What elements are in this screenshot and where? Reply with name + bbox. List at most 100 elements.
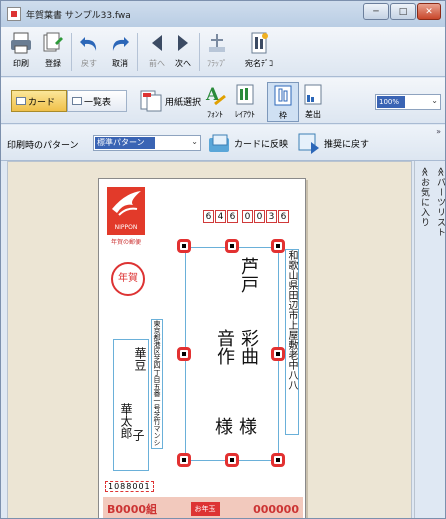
frame-icon [271, 83, 295, 107]
minimize-button[interactable]: ─ [363, 3, 389, 20]
nenga-mark: 年賀 [111, 262, 145, 296]
toolbar-separator [137, 33, 138, 71]
resize-handle[interactable] [177, 239, 191, 253]
overflow-chevron-icon[interactable]: » [436, 127, 441, 136]
postage-stamp: NIPPON [107, 187, 145, 235]
flap-label: ﾌﾗｯﾌﾟ [207, 59, 227, 68]
toolbar-separator [71, 33, 72, 71]
reset-default-button[interactable]: 推奨に戻す [297, 132, 369, 154]
recipient-given-name-2: 音作 [214, 329, 235, 365]
reset-default-label: 推奨に戻す [324, 139, 370, 150]
pattern-value: 標準パターン [95, 137, 155, 149]
postal-digit: 0 [242, 210, 253, 223]
redo-icon [108, 31, 132, 55]
parts-list-tab[interactable]: ≪パーツリスト [432, 167, 445, 237]
pattern-label: 印刷時のパターン [7, 141, 79, 151]
frame-label: 枠 [279, 111, 287, 120]
frame-toggle[interactable]: 枠 [267, 82, 299, 122]
font-icon: A [203, 82, 227, 106]
prev-label: 前へ [149, 59, 165, 68]
title-bar: 年賀葉書 サンプル33.fwa ─ □ ✕ [1, 1, 445, 27]
pattern-select[interactable]: 標準パターン ⌄ [93, 135, 201, 151]
recipient-address[interactable]: 和歌山県田辺市上屋敷老中八八 [285, 249, 299, 435]
crane-icon [112, 191, 141, 216]
card-view-toggle[interactable]: カード [11, 90, 67, 112]
postal-digit: 6 [227, 210, 238, 223]
resize-handle[interactable] [225, 239, 239, 253]
postal-digit: 0 [254, 210, 265, 223]
register-button[interactable]: 登録 [41, 31, 65, 69]
flap-icon [205, 31, 229, 55]
resize-handle[interactable] [271, 453, 285, 467]
close-button[interactable]: ✕ [417, 3, 441, 20]
card-icon [16, 97, 26, 105]
favorites-tab[interactable]: ≪お気に入り [416, 167, 431, 227]
list-icon [72, 97, 82, 105]
arrow-right-icon [171, 31, 195, 55]
minimize-icon: ─ [373, 6, 379, 17]
cancel-button[interactable]: 取消 [108, 31, 132, 69]
postcard[interactable]: NIPPON 年賀の郵便 年賀 6 4 6 0 0 3 6 和歌山県田辺市上屋敷… [98, 178, 306, 518]
recipient-surname: 芦戸 [238, 257, 259, 293]
postal-code: 6 4 6 0 0 3 6 [203, 210, 290, 223]
flap-button[interactable]: ﾌﾗｯﾌﾟ [205, 31, 229, 69]
postal-digit: 4 [215, 210, 226, 223]
reset-default-icon [298, 133, 319, 154]
sender-label: 差出 [305, 110, 321, 119]
layout-button[interactable]: ﾚｲｱｳﾄ [233, 82, 257, 120]
resize-handle[interactable] [225, 453, 239, 467]
resize-handle[interactable] [271, 239, 285, 253]
card-canvas[interactable]: NIPPON 年賀の郵便 年賀 6 4 6 0 0 3 6 和歌山県田辺市上屋敷… [7, 161, 412, 518]
register-icon [41, 31, 65, 55]
stamp-caption: NIPPON [114, 224, 138, 231]
postal-digit: 3 [266, 210, 277, 223]
address-deco-label: 宛名ﾃﾞｺ [245, 59, 273, 68]
recipient-honorific-1: 様 [236, 417, 257, 435]
main-toolbar: 印刷 登録 戻す 取消 前へ 次へ ﾌﾗｯﾌﾟ 宛名ﾃﾞｺ [1, 27, 445, 77]
chevron-down-icon: ⌄ [191, 137, 198, 146]
next-button[interactable]: 次へ [171, 31, 195, 69]
stamp-sub: 年賀の郵便 [110, 239, 141, 246]
resize-handle[interactable] [177, 453, 191, 467]
prev-button[interactable]: 前へ [145, 31, 169, 69]
close-icon: ✕ [425, 6, 433, 17]
list-view-toggle[interactable]: 一覧表 [67, 90, 127, 112]
sender-given-name-2: 子 [131, 429, 145, 441]
sender-button[interactable]: 差出 [301, 82, 325, 120]
sender-address[interactable]: 東京都港区芝四丁目五番一号芝竹マンション〇〇号 [151, 319, 163, 449]
maximize-icon: □ [398, 6, 408, 17]
cancel-label: 取消 [112, 59, 128, 68]
paper-icon [140, 90, 162, 112]
font-button[interactable]: A ﾌｫﾝﾄ [203, 82, 227, 120]
lottery-strip: B0000組 お年玉 000000 [103, 497, 303, 518]
print-button[interactable]: 印刷 [9, 31, 33, 69]
sender-icon [301, 82, 325, 106]
sender-postal-code: 1088001 [105, 481, 154, 492]
zoom-select[interactable]: 100% ⌄ [375, 94, 441, 110]
undo-button[interactable]: 戻す [77, 31, 101, 69]
undo-label: 戻す [81, 59, 97, 68]
recipient-honorific-2: 様 [212, 417, 233, 435]
view-toolbar: カード 一覧表 用紙選択 A ﾌｫﾝﾄ ﾚｲｱｳﾄ 枠 差出 100% ⌄ [1, 78, 445, 124]
card-label: カード [28, 97, 56, 108]
address-deco-icon [247, 31, 271, 55]
side-panel: ≪お気に入り ≪パーツリスト [414, 161, 445, 518]
app-icon [7, 7, 21, 21]
next-label: 次へ [175, 59, 191, 68]
address-deco-button[interactable]: 宛名ﾃﾞｺ [245, 31, 273, 69]
resize-handle[interactable] [177, 347, 191, 361]
app-window: 年賀葉書 サンプル33.fwa ─ □ ✕ 印刷 登録 戻す 取消 前へ 次へ … [0, 0, 446, 519]
window-title: 年賀葉書 サンプル33.fwa [26, 10, 131, 21]
postal-digit: 6 [278, 210, 289, 223]
layout-label: ﾚｲｱｳﾄ [235, 110, 255, 119]
paper-select-button[interactable]: 用紙選択 [139, 89, 201, 113]
apply-card-button[interactable]: カードに反映 [207, 132, 288, 154]
sender-surname: 華豆 [133, 347, 147, 371]
arrow-left-icon [145, 31, 169, 55]
resize-handle[interactable] [271, 347, 285, 361]
postal-digit: 6 [203, 210, 214, 223]
paper-select-label: 用紙選択 [165, 97, 202, 108]
maximize-button[interactable]: □ [390, 3, 416, 20]
lottery-number: 000000 [253, 502, 299, 516]
zoom-value: 100% [377, 96, 405, 108]
